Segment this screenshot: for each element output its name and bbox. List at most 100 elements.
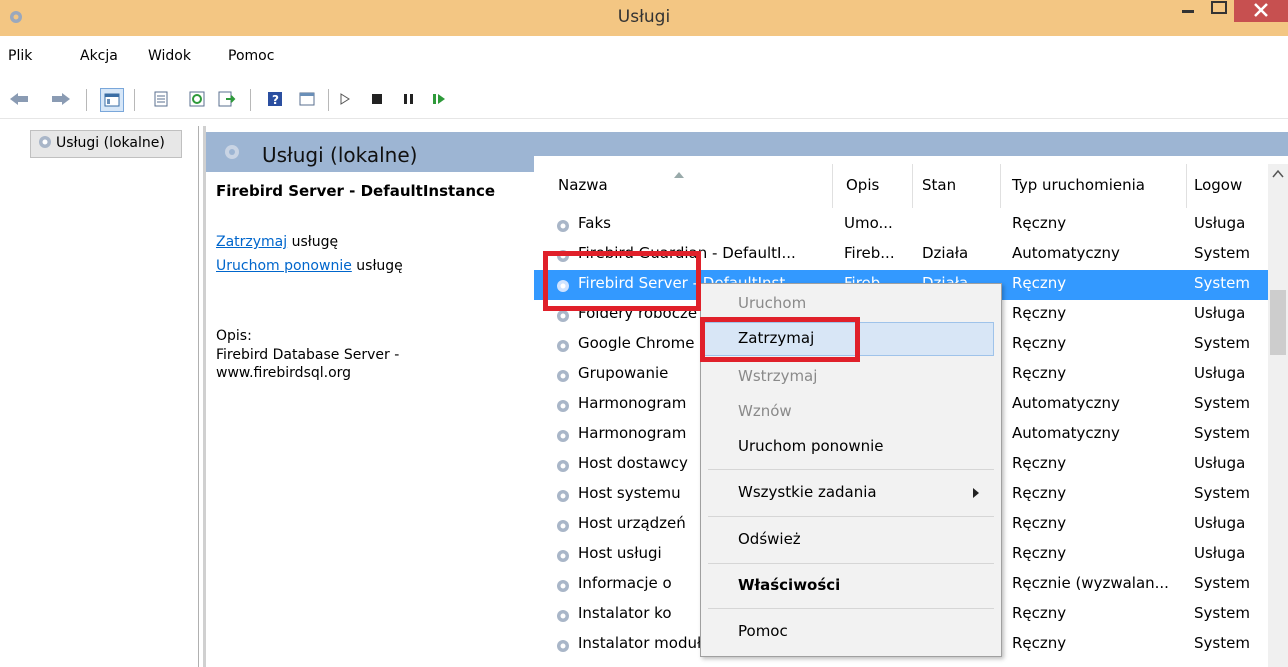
show-hide-console-tree-icon[interactable] bbox=[100, 88, 124, 112]
cell-logon: System bbox=[1194, 394, 1250, 412]
ctx-refresh[interactable]: Odśwież bbox=[738, 530, 801, 548]
forward-arrow-icon[interactable] bbox=[50, 88, 72, 110]
gear-icon bbox=[557, 520, 569, 532]
help-icon[interactable]: ? bbox=[264, 88, 286, 110]
cell-logon: System bbox=[1194, 274, 1250, 292]
menu-help[interactable]: Pomoc bbox=[228, 48, 274, 64]
refresh-icon[interactable] bbox=[186, 88, 208, 110]
minimize-button[interactable] bbox=[1168, 0, 1204, 30]
cell-startup: Ręczny bbox=[1012, 274, 1067, 292]
ctx-all-tasks[interactable]: Wszystkie zadania bbox=[738, 483, 877, 501]
gear-icon bbox=[557, 430, 569, 442]
tree-item-label: Usługi (lokalne) bbox=[56, 135, 165, 151]
menu-action[interactable]: Akcja bbox=[80, 48, 118, 64]
highlight-selected-service bbox=[543, 251, 701, 311]
cell-logon: System bbox=[1194, 424, 1250, 442]
cell-state: Działa bbox=[922, 244, 969, 262]
column-header-startup-type[interactable]: Typ uruchomienia bbox=[1012, 176, 1145, 194]
gear-icon bbox=[557, 550, 569, 562]
stop-service-link[interactable]: Zatrzymaj bbox=[216, 234, 287, 250]
cell-desc: Umo... bbox=[844, 214, 893, 232]
cell-logon: System bbox=[1194, 604, 1250, 622]
cell-startup: Ręczny bbox=[1012, 364, 1067, 382]
svg-text:?: ? bbox=[272, 93, 279, 107]
properties-icon[interactable] bbox=[150, 88, 172, 110]
submenu-arrow-icon bbox=[973, 488, 979, 498]
cell-logon: Usługa bbox=[1194, 364, 1246, 382]
table-row[interactable]: Faks Umo... Ręczny Usługa bbox=[534, 210, 1268, 240]
ctx-properties[interactable]: Właściwości bbox=[738, 576, 840, 594]
vertical-scrollbar[interactable] bbox=[1268, 164, 1288, 667]
gear-icon bbox=[557, 340, 569, 352]
start-service-icon[interactable] bbox=[334, 88, 356, 110]
ctx-restart[interactable]: Uruchom ponownie bbox=[738, 437, 884, 455]
gear-icon bbox=[557, 400, 569, 412]
cell-startup: Ręczny bbox=[1012, 454, 1067, 472]
panel-title: Usługi (lokalne) bbox=[262, 143, 418, 167]
cell-startup: Ręcznie (wyzwalan... bbox=[1012, 574, 1169, 592]
restart-service-line: Uruchom ponownie usługę bbox=[216, 258, 403, 274]
close-button[interactable] bbox=[1234, 0, 1288, 22]
column-header-logon[interactable]: Logow bbox=[1194, 176, 1242, 194]
cell-desc: Fireb... bbox=[844, 244, 895, 262]
gear-icon bbox=[557, 610, 569, 622]
ctx-resume[interactable]: Wznów bbox=[738, 402, 792, 420]
menu-bar: Plik Akcja Widok Pomoc bbox=[0, 36, 1288, 70]
cell-logon: Usługa bbox=[1194, 454, 1246, 472]
gear-icon bbox=[36, 133, 54, 155]
pause-service-icon[interactable] bbox=[398, 88, 420, 110]
column-header-name[interactable]: Nazwa bbox=[558, 176, 608, 194]
console-tree bbox=[0, 126, 199, 667]
description-label: Opis: bbox=[216, 328, 252, 344]
stop-service-icon[interactable] bbox=[366, 88, 388, 110]
cell-startup: Ręczny bbox=[1012, 604, 1067, 622]
cell-startup: Ręczny bbox=[1012, 514, 1067, 532]
stop-service-line: Zatrzymaj usługę bbox=[216, 234, 339, 250]
column-header-description[interactable]: Opis bbox=[846, 176, 879, 194]
restart-service-link[interactable]: Uruchom ponownie bbox=[216, 258, 352, 274]
cell-logon: System bbox=[1194, 244, 1250, 262]
cell-startup: Automatyczny bbox=[1012, 244, 1120, 262]
gear-icon bbox=[557, 220, 569, 232]
ctx-help[interactable]: Pomoc bbox=[738, 622, 788, 640]
cell-startup: Ręczny bbox=[1012, 214, 1067, 232]
window-title: Usługi bbox=[617, 7, 671, 27]
cell-logon: System bbox=[1194, 634, 1250, 652]
pane-splitter[interactable] bbox=[203, 126, 206, 667]
cell-startup: Ręczny bbox=[1012, 634, 1067, 652]
menu-file[interactable]: Plik bbox=[8, 48, 32, 64]
console-icon[interactable] bbox=[296, 88, 318, 110]
cell-logon: System bbox=[1194, 574, 1250, 592]
restart-service-icon[interactable] bbox=[428, 88, 450, 110]
cell-logon: Usługa bbox=[1194, 514, 1246, 532]
cell-name: Faks bbox=[578, 214, 611, 232]
cell-startup: Ręczny bbox=[1012, 334, 1067, 352]
description-text: Firebird Database Server - www.firebirds… bbox=[216, 347, 400, 381]
cell-logon: Usługa bbox=[1194, 214, 1246, 232]
service-name-heading: Firebird Server - DefaultInstance bbox=[216, 182, 496, 200]
highlight-stop-item bbox=[700, 317, 860, 362]
column-header-status[interactable]: Stan bbox=[922, 176, 956, 194]
gear-icon bbox=[222, 142, 242, 166]
maximize-button[interactable] bbox=[1204, 0, 1234, 30]
scrollbar-thumb[interactable] bbox=[1270, 290, 1286, 355]
cell-logon: Usługa bbox=[1194, 544, 1246, 562]
ctx-start[interactable]: Uruchom bbox=[738, 294, 806, 312]
cell-startup: Automatyczny bbox=[1012, 394, 1120, 412]
sort-ascending-icon bbox=[674, 172, 684, 178]
back-arrow-icon[interactable] bbox=[8, 88, 30, 110]
gear-icon bbox=[557, 370, 569, 382]
cell-startup: Ręczny bbox=[1012, 544, 1067, 562]
toolbar: ? bbox=[0, 80, 1288, 119]
ctx-pause[interactable]: Wstrzymaj bbox=[738, 367, 817, 385]
gear-icon bbox=[557, 640, 569, 652]
gear-icon bbox=[557, 490, 569, 502]
gear-icon bbox=[557, 580, 569, 592]
gear-icon bbox=[557, 460, 569, 472]
menu-view[interactable]: Widok bbox=[148, 48, 191, 64]
cell-startup: Ręczny bbox=[1012, 304, 1067, 322]
cell-logon: System bbox=[1194, 484, 1250, 502]
cell-logon: Usługa bbox=[1194, 304, 1246, 322]
cell-startup: Automatyczny bbox=[1012, 424, 1120, 442]
export-list-icon[interactable] bbox=[216, 88, 238, 110]
